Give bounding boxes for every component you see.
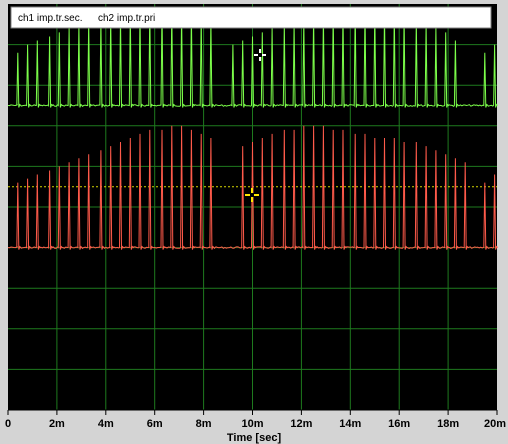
x-tick-label: 6m <box>147 418 163 430</box>
x-tick-label: 10m <box>241 418 263 430</box>
x-axis-title: Time [sec] <box>227 432 282 444</box>
x-tick-label: 8m <box>196 418 212 430</box>
x-tick-label: 14m <box>339 418 361 430</box>
x-tick-label: 16m <box>388 418 410 430</box>
legend-ch1: ch1 imp.tr.sec. <box>18 13 82 24</box>
legend: ch1 imp.tr.sec. ch2 imp.tr.pri <box>10 6 492 29</box>
x-axis-ticks: 0 2m 4m 6m 8m 10m 12m 14m 16m 18m 20m <box>5 410 506 430</box>
oscilloscope-display[interactable]: ch1 imp.tr.sec. ch2 imp.tr.pri 0 2m 4m 6m 8m… <box>0 0 508 444</box>
x-tick-label: 18m <box>437 418 459 430</box>
x-tick-label: 12m <box>290 418 312 430</box>
oscilloscope-window: ch1 imp.tr.sec. ch2 imp.tr.pri 0 2m 4m 6m 8m… <box>0 0 508 444</box>
legend-ch2: ch2 imp.tr.pri <box>98 13 155 24</box>
x-tick-label: 2m <box>49 418 65 430</box>
x-tick-label: 0 <box>5 418 11 430</box>
x-tick-label: 4m <box>98 418 114 430</box>
x-tick-label: 20m <box>484 418 506 430</box>
